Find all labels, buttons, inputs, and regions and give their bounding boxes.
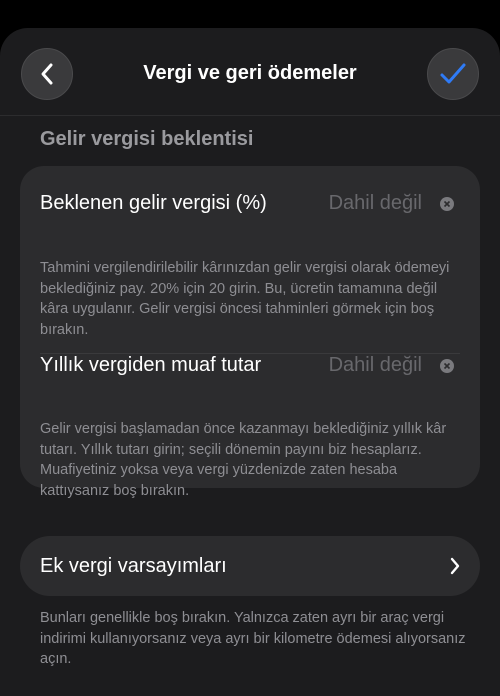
extra-tax-note: Bunları genellikle boş bırakın. Yalnızca… — [40, 610, 466, 667]
tax-free-amount-description: Gelir vergisi başlamadan önce kazanmayı … — [40, 421, 447, 499]
expected-tax-description: Tahmini vergilendirilebilir kârınızdan g… — [40, 260, 450, 338]
extra-tax-assumptions-row[interactable]: Ek vergi varsayımları — [20, 536, 480, 596]
checkmark-icon — [440, 63, 466, 84]
income-tax-card: Beklenen gelir vergisi (%) Dahil değil T… — [20, 166, 480, 499]
expected-tax-label: Beklenen gelir vergisi (%) — [40, 192, 267, 214]
extra-tax-assumptions-label: Ek vergi varsayımları — [40, 555, 227, 577]
confirm-button[interactable] — [427, 48, 479, 100]
x-icon — [443, 200, 451, 208]
x-icon — [443, 362, 451, 370]
header: Vergi ve geri ödemeler — [0, 28, 500, 116]
chevron-right-icon — [450, 557, 460, 575]
clear-icon[interactable] — [440, 197, 454, 211]
page-title: Vergi ve geri ödemeler — [143, 62, 357, 84]
clear-icon[interactable] — [440, 359, 454, 373]
tax-free-amount-label: Yıllık vergiden muaf tutar — [40, 354, 262, 376]
tax-settings-sheet: Vergi ve geri ödemeler Gelir vergisi bek… — [0, 28, 500, 696]
section-label: Gelir vergisi beklentisi — [40, 128, 254, 150]
expected-tax-input[interactable]: Dahil değil — [329, 192, 422, 215]
tax-free-amount-input[interactable]: Dahil değil — [329, 354, 422, 377]
